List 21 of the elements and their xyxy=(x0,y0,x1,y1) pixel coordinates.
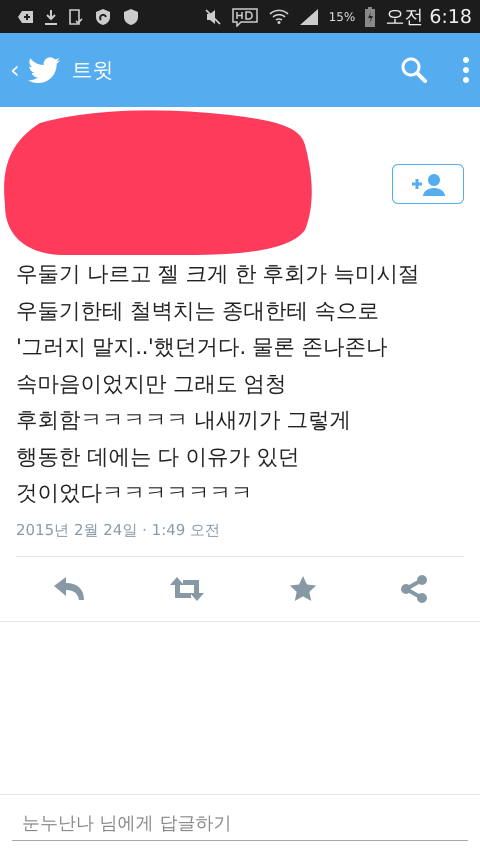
search-icon[interactable] xyxy=(400,56,428,84)
device-check-icon xyxy=(68,8,84,24)
hd-icon xyxy=(230,6,259,26)
add-person-icon xyxy=(410,172,446,196)
battery-charging-icon xyxy=(365,6,376,26)
tweet-text: 우둘기 나르고 젤 크게 한 후회가 늑미시절 우둘기한테 철벽치는 종대한테 속으로 '그러지 말지..'했던거다. 물론 존나존나 속마음이었지만 그래도 엄청 후회함ㅋㅋㅋㅋㅋ 내새끼가 그렇게 행동한 데에는 다 이유가 있던 것이었다ㅋㅋㅋㅋㅋㅋㅋ xyxy=(16,261,421,508)
back-button[interactable]: ‹ xyxy=(10,56,20,84)
more-options-icon[interactable] xyxy=(462,56,470,84)
screen-title: 트윗 xyxy=(72,57,115,84)
shield-icon xyxy=(94,8,112,26)
signal-icon xyxy=(298,8,319,26)
mute-icon xyxy=(204,8,221,24)
battery-percent: 15% xyxy=(328,10,356,24)
follow-button[interactable] xyxy=(392,164,464,204)
wifi-icon xyxy=(268,8,289,26)
bird-logo-icon xyxy=(28,56,60,84)
clock: 오전 6:18 xyxy=(385,4,472,30)
tweet-timestamp: 2015년 2월 24일 · 1:49 오전 xyxy=(16,520,222,540)
download-icon xyxy=(44,8,58,24)
notification-icon xyxy=(18,10,34,24)
shield-icon xyxy=(122,8,140,26)
